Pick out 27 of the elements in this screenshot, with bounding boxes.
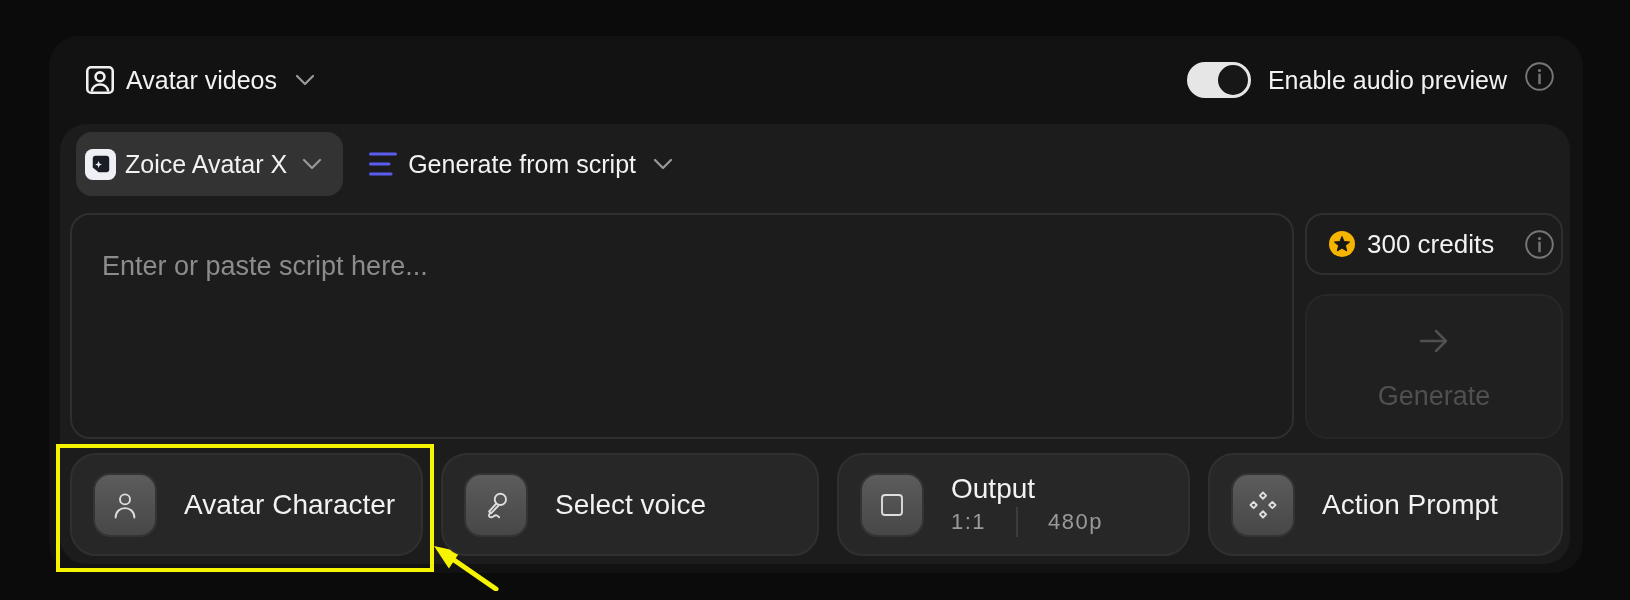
avatar-character-button[interactable]: Avatar Character bbox=[70, 453, 423, 556]
arrow-right-icon bbox=[1419, 327, 1449, 355]
chevron-down-icon bbox=[302, 158, 323, 170]
output-setting: 1:1 bbox=[951, 508, 987, 535]
pointer-arrow bbox=[433, 545, 499, 591]
source-dropdown[interactable]: Generate from script bbox=[361, 132, 681, 196]
script-field[interactable]: Enter or paste script here... bbox=[70, 213, 1294, 439]
person-icon bbox=[93, 472, 157, 537]
output-setting: 480p bbox=[1048, 508, 1104, 535]
chevron-down-icon bbox=[653, 158, 673, 170]
microphone-icon bbox=[464, 472, 528, 537]
credits-amount: 300 credits bbox=[1367, 228, 1495, 260]
info-icon[interactable] bbox=[1525, 229, 1554, 259]
audio-preview-toggle[interactable] bbox=[1186, 62, 1251, 98]
output-button[interactable]: Output 1:1 480p bbox=[837, 453, 1190, 556]
audio-preview-label: Enable audio preview bbox=[1267, 65, 1507, 95]
model-logo-icon bbox=[85, 148, 116, 180]
model-dropdown[interactable]: Zoice Avatar X bbox=[76, 132, 344, 196]
action-prompt-button[interactable]: Action Prompt bbox=[1208, 453, 1563, 556]
chevron-down-icon bbox=[295, 74, 315, 86]
person-square-icon bbox=[86, 66, 114, 94]
mode-dropdown[interactable]: Avatar videos bbox=[86, 65, 315, 95]
lines-icon bbox=[369, 152, 398, 176]
star-coin-icon bbox=[1329, 231, 1355, 257]
info-icon[interactable] bbox=[1525, 61, 1554, 91]
diamonds-icon bbox=[1231, 472, 1295, 537]
select-voice-button[interactable]: Select voice bbox=[441, 453, 819, 556]
